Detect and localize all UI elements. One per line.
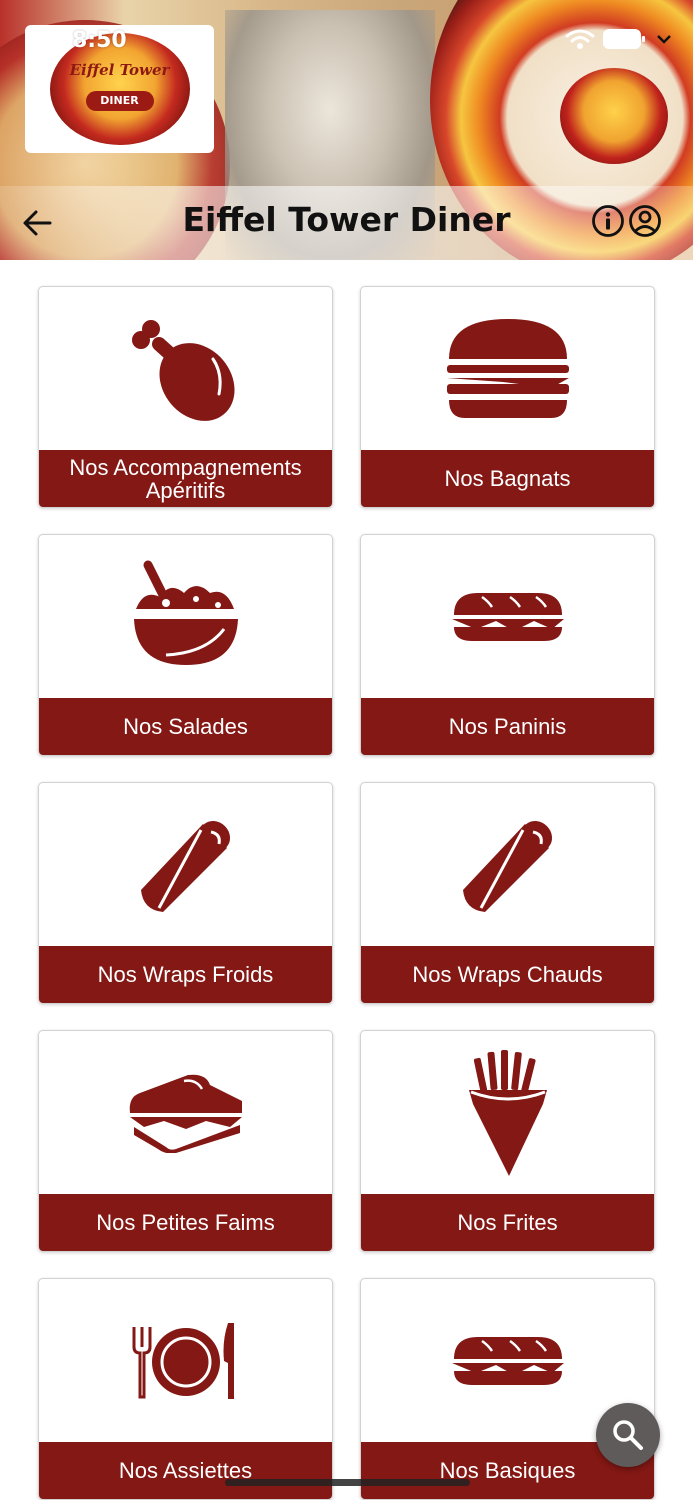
category-card-wraps-chauds[interactable]: Nos Wraps Chauds	[360, 782, 655, 1004]
category-card-petites-faims[interactable]: Nos Petites Faims	[38, 1030, 333, 1252]
category-card-assiettes[interactable]: Nos Assiettes	[38, 1278, 333, 1500]
category-label: Nos Accompagnements Apéritifs	[39, 450, 332, 507]
category-label: Nos Wraps Chauds	[361, 946, 654, 1003]
category-card-salades[interactable]: Nos Salades	[38, 534, 333, 756]
category-label: Nos Wraps Froids	[39, 946, 332, 1003]
category-label: Nos Assiettes	[39, 1442, 332, 1499]
category-card-bagnats[interactable]: Nos Bagnats	[360, 286, 655, 508]
category-label: Nos Bagnats	[361, 450, 654, 507]
info-icon[interactable]	[591, 204, 625, 238]
salad-bowl-icon	[133, 560, 238, 665]
category-card-accompagnements[interactable]: Nos Accompagnements Apéritifs	[38, 286, 333, 508]
category-card-basiques[interactable]: Nos Basiques	[360, 1278, 655, 1500]
home-indicator[interactable]	[225, 1479, 470, 1486]
wrap-icon	[462, 820, 552, 912]
sub-sandwich-icon	[451, 592, 564, 641]
sub-sandwich-icon	[451, 1336, 564, 1385]
category-label: Nos Salades	[39, 698, 332, 755]
category-card-wraps-froids[interactable]: Nos Wraps Froids	[38, 782, 333, 1004]
wifi-icon	[565, 29, 595, 49]
burger-icon	[446, 318, 569, 418]
drumstick-icon	[131, 319, 235, 421]
user-account-icon[interactable]	[628, 204, 662, 238]
logo-text: Eiffel Tower	[69, 61, 170, 79]
wrap-icon	[140, 820, 230, 912]
toast-sandwich-icon	[129, 1074, 242, 1153]
search-button[interactable]	[596, 1403, 660, 1467]
category-label: Nos Paninis	[361, 698, 654, 755]
status-bar-icons	[565, 28, 673, 50]
category-label: Nos Frites	[361, 1194, 654, 1251]
chevron-down-icon	[657, 35, 671, 44]
category-label: Nos Petites Faims	[39, 1194, 332, 1251]
category-card-paninis[interactable]: Nos Paninis	[360, 534, 655, 756]
logo-subtext: DINER	[85, 91, 154, 111]
plate-cutlery-icon	[132, 1322, 234, 1399]
page-title: Eiffel Tower Diner	[182, 200, 511, 239]
category-card-frites[interactable]: Nos Frites	[360, 1030, 655, 1252]
header-jukebox-logo	[560, 68, 668, 164]
status-bar-time: 8:50	[72, 28, 127, 53]
fries-cone-icon	[468, 1049, 547, 1176]
battery-icon	[603, 29, 645, 49]
search-icon	[613, 1420, 643, 1450]
